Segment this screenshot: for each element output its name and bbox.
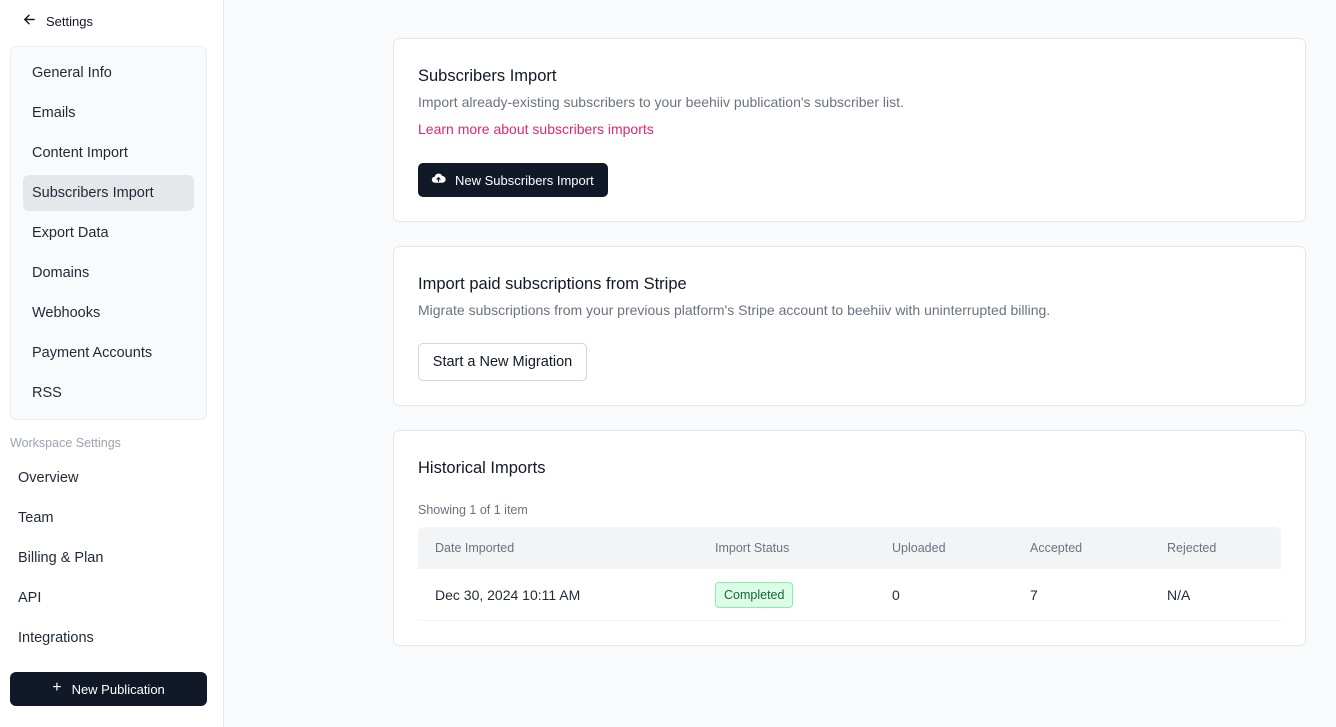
- sidebar-item-billing-plan[interactable]: Billing & Plan: [18, 546, 103, 570]
- column-date-imported[interactable]: Date Imported: [435, 541, 514, 555]
- table-row[interactable]: Dec 30, 2024 10:11 AM Completed 0 7 N/A: [418, 569, 1281, 621]
- sidebar-item-content-import[interactable]: Content Import: [23, 135, 194, 171]
- sidebar-item-emails[interactable]: Emails: [23, 95, 194, 131]
- subscribers-import-title: Subscribers Import: [418, 67, 557, 85]
- new-publication-button[interactable]: + New Publication: [10, 672, 207, 706]
- sidebar-item-rss[interactable]: RSS: [23, 375, 194, 411]
- cell-rejected: N/A: [1167, 586, 1191, 603]
- column-accepted[interactable]: Accepted: [1030, 541, 1082, 555]
- cell-accepted: 7: [1030, 586, 1038, 603]
- new-publication-label: New Publication: [71, 681, 165, 697]
- sidebar-item-domains[interactable]: Domains: [23, 255, 194, 291]
- start-new-migration-button[interactable]: Start a New Migration: [418, 343, 587, 381]
- table-header: Date Imported Import Status Uploaded Acc…: [418, 527, 1281, 569]
- column-rejected[interactable]: Rejected: [1167, 541, 1216, 555]
- new-subscribers-import-label: New Subscribers Import: [455, 172, 594, 188]
- publication-settings-nav: General Info Emails Content Import Subsc…: [10, 46, 207, 420]
- settings-sidebar: Settings General Info Emails Content Imp…: [0, 0, 224, 727]
- status-badge: Completed: [715, 581, 794, 608]
- workspace-settings-label: Workspace Settings: [10, 436, 121, 450]
- arrow-left-icon: [22, 12, 37, 30]
- sidebar-item-general-info[interactable]: General Info: [23, 55, 194, 91]
- sidebar-item-team[interactable]: Team: [18, 506, 53, 530]
- stripe-import-title: Import paid subscriptions from Stripe: [418, 275, 687, 293]
- cloud-upload-icon: [431, 171, 446, 189]
- sidebar-item-overview[interactable]: Overview: [18, 466, 78, 490]
- sidebar-item-integrations[interactable]: Integrations: [18, 626, 94, 650]
- historical-imports-title: Historical Imports: [418, 459, 546, 477]
- sidebar-item-payment-accounts[interactable]: Payment Accounts: [23, 335, 194, 371]
- column-uploaded[interactable]: Uploaded: [892, 541, 946, 555]
- cell-uploaded: 0: [892, 586, 900, 603]
- back-to-settings[interactable]: Settings: [22, 12, 93, 30]
- pagination-summary: Showing 1 of 1 item: [418, 503, 528, 517]
- historical-imports-card: Historical Imports Showing 1 of 1 item D…: [393, 430, 1306, 646]
- stripe-import-description: Migrate subscriptions from your previous…: [418, 302, 1051, 318]
- sidebar-item-export-data[interactable]: Export Data: [23, 215, 194, 251]
- column-import-status[interactable]: Import Status: [715, 541, 789, 555]
- new-subscribers-import-button[interactable]: New Subscribers Import: [418, 163, 608, 197]
- stripe-import-card: Import paid subscriptions from Stripe Mi…: [393, 246, 1306, 406]
- sidebar-item-api[interactable]: API: [18, 586, 41, 610]
- cell-date-imported: Dec 30, 2024 10:11 AM: [435, 586, 581, 603]
- imports-table: Date Imported Import Status Uploaded Acc…: [418, 527, 1281, 621]
- subscribers-import-card: Subscribers Import Import already-existi…: [393, 38, 1306, 222]
- subscribers-import-description: Import already-existing subscribers to y…: [418, 94, 904, 110]
- back-label: Settings: [46, 13, 93, 29]
- sidebar-item-subscribers-import[interactable]: Subscribers Import: [23, 175, 194, 211]
- plus-icon: +: [52, 679, 62, 696]
- learn-more-link[interactable]: Learn more about subscribers imports: [418, 121, 654, 137]
- sidebar-item-webhooks[interactable]: Webhooks: [23, 295, 194, 331]
